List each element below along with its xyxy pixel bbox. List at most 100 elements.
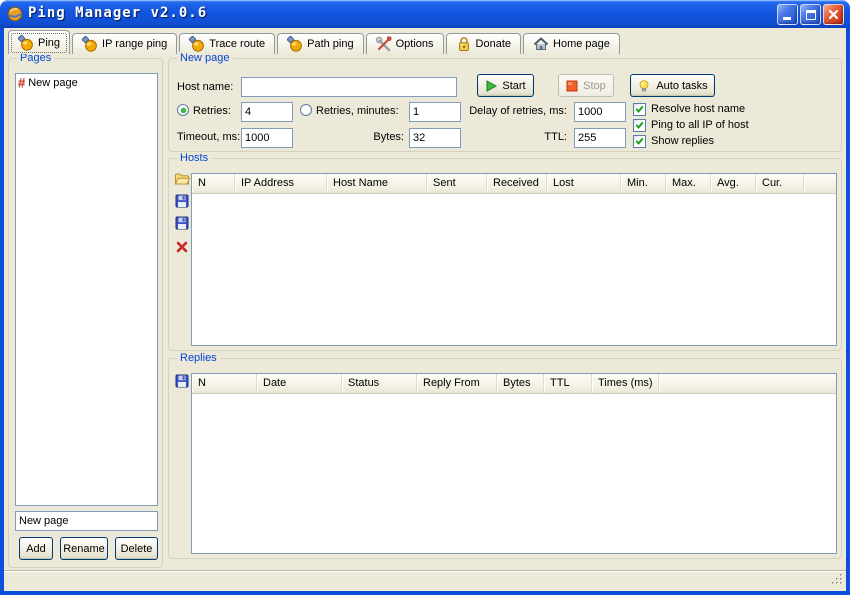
retries-radio[interactable] xyxy=(177,104,189,116)
replies-group-label: Replies xyxy=(177,352,220,364)
retries-label: Retries: xyxy=(193,104,231,118)
ttl-input[interactable] xyxy=(574,128,626,148)
delay-of-retries-label: Delay of retries, ms: xyxy=(463,104,567,118)
stop-icon xyxy=(566,80,578,92)
ping-icon xyxy=(18,35,34,51)
close-button[interactable] xyxy=(823,4,844,25)
bytes-label: Bytes: xyxy=(334,130,404,144)
timeout-label: Timeout, ms: xyxy=(177,130,240,144)
hosts-group-label: Hosts xyxy=(177,152,211,164)
save-hosts-button[interactable] xyxy=(173,193,191,211)
delay-of-retries-input[interactable] xyxy=(574,102,626,122)
bulb-icon xyxy=(637,79,651,93)
delete-host-button[interactable] xyxy=(173,239,191,257)
checkbox-box[interactable] xyxy=(633,103,646,116)
column-header-filler xyxy=(804,174,836,193)
column-header-bytes[interactable]: Bytes xyxy=(497,374,544,393)
page-list-item[interactable]: #New page xyxy=(16,74,157,91)
auto-tasks-button[interactable]: Auto tasks xyxy=(630,74,715,97)
tab-trace-route[interactable]: Trace route xyxy=(179,33,275,54)
checkbox-ping-to-all-ip-of-host[interactable]: Ping to all IP of host xyxy=(633,118,749,132)
save-icon xyxy=(174,373,190,392)
column-header-host-name[interactable]: Host Name xyxy=(327,174,427,193)
hosts-table-body[interactable] xyxy=(192,194,836,345)
stop-button[interactable]: Stop xyxy=(558,74,614,97)
column-header-sent[interactable]: Sent xyxy=(427,174,487,193)
save-hosts-as-button[interactable] xyxy=(173,215,191,233)
column-header-avg[interactable]: Avg. xyxy=(711,174,756,193)
timeout-input[interactable] xyxy=(241,128,293,148)
column-header-status[interactable]: Status xyxy=(342,374,417,393)
replies-table-header: NDateStatusReply FromBytesTTLTimes (ms) xyxy=(192,374,836,394)
minimize-icon xyxy=(783,17,791,20)
replies-table-body[interactable] xyxy=(192,394,836,553)
app-icon xyxy=(7,6,23,22)
rename-button[interactable]: Rename xyxy=(60,537,108,560)
delete-button[interactable]: Delete xyxy=(115,537,158,560)
save-replies-button[interactable] xyxy=(173,373,191,391)
retries-minutes-radio[interactable] xyxy=(300,104,312,116)
minimize-button[interactable] xyxy=(777,4,798,25)
replies-table: NDateStatusReply FromBytesTTLTimes (ms) xyxy=(191,373,837,554)
load-hosts-button[interactable] xyxy=(173,171,191,189)
ttl-label: TTL: xyxy=(463,130,567,144)
maximize-button[interactable] xyxy=(800,4,821,25)
checkbox-show-replies[interactable]: Show replies xyxy=(633,134,714,148)
column-header-n[interactable]: N xyxy=(192,174,235,193)
window-controls xyxy=(777,4,844,25)
column-header-times-ms[interactable]: Times (ms) xyxy=(592,374,659,393)
home-icon xyxy=(533,36,549,52)
replies-panel: Replies NDateStatusReply FromBytesTTLTim… xyxy=(168,358,842,559)
page-name-input[interactable] xyxy=(15,511,158,531)
column-header-received[interactable]: Received xyxy=(487,174,547,193)
tab-options[interactable]: Options xyxy=(366,33,444,54)
tab-ip-range-ping[interactable]: IP range ping xyxy=(72,33,177,54)
new-page-group-label: New page xyxy=(177,52,233,64)
column-header-date[interactable]: Date xyxy=(257,374,342,393)
column-header-lost[interactable]: Lost xyxy=(547,174,621,193)
tab-bar: PingIP range pingTrace routePath pingOpt… xyxy=(8,30,846,54)
checkbox-resolve-host-name[interactable]: Resolve host name xyxy=(633,102,745,116)
column-header-n[interactable]: N xyxy=(192,374,257,393)
host-name-label: Host name: xyxy=(177,80,233,94)
ping-icon xyxy=(287,36,303,52)
hosts-table: NIP AddressHost NameSentReceivedLostMin.… xyxy=(191,173,837,346)
host-name-input[interactable] xyxy=(241,77,457,97)
checkbox-box[interactable] xyxy=(633,135,646,148)
resize-grip[interactable] xyxy=(829,571,844,589)
add-button[interactable]: Add xyxy=(19,537,53,560)
status-bar xyxy=(4,570,846,591)
tools-icon xyxy=(376,36,392,52)
column-header-reply-from[interactable]: Reply From xyxy=(417,374,497,393)
hosts-table-header: NIP AddressHost NameSentReceivedLostMin.… xyxy=(192,174,836,194)
pages-list[interactable]: #New page xyxy=(15,73,158,506)
column-header-filler xyxy=(659,374,836,393)
start-button[interactable]: Start xyxy=(477,74,534,97)
client-area: PingIP range pingTrace routePath pingOpt… xyxy=(4,28,846,591)
checkbox-box[interactable] xyxy=(633,119,646,132)
start-icon xyxy=(485,80,497,92)
column-header-min[interactable]: Min. xyxy=(621,174,666,193)
tab-path-ping[interactable]: Path ping xyxy=(277,33,363,54)
retries-input[interactable] xyxy=(241,102,293,122)
open-folder-icon xyxy=(174,171,190,190)
tab-home-page[interactable]: Home page xyxy=(523,33,620,54)
retries-minutes-input[interactable] xyxy=(409,102,461,122)
title-bar[interactable]: Ping Manager v2.0.6 xyxy=(0,0,850,28)
page-item-icon: # xyxy=(18,76,25,89)
close-icon xyxy=(827,8,840,24)
tab-donate[interactable]: Donate xyxy=(446,33,521,54)
bytes-input[interactable] xyxy=(409,128,461,148)
ping-icon xyxy=(82,36,98,52)
save-icon xyxy=(174,215,190,234)
tab-ping[interactable]: Ping xyxy=(8,30,70,54)
app-window: Ping Manager v2.0.6 PingIP range pingTra… xyxy=(0,0,850,595)
window-title: Ping Manager v2.0.6 xyxy=(28,5,207,21)
column-header-cur[interactable]: Cur. xyxy=(756,174,804,193)
maximize-icon xyxy=(806,10,816,20)
column-header-max[interactable]: Max. xyxy=(666,174,711,193)
column-header-ttl[interactable]: TTL xyxy=(544,374,592,393)
ping-icon xyxy=(189,36,205,52)
new-page-panel: New page Host name: Start Stop xyxy=(168,58,842,152)
column-header-ip-address[interactable]: IP Address xyxy=(235,174,327,193)
